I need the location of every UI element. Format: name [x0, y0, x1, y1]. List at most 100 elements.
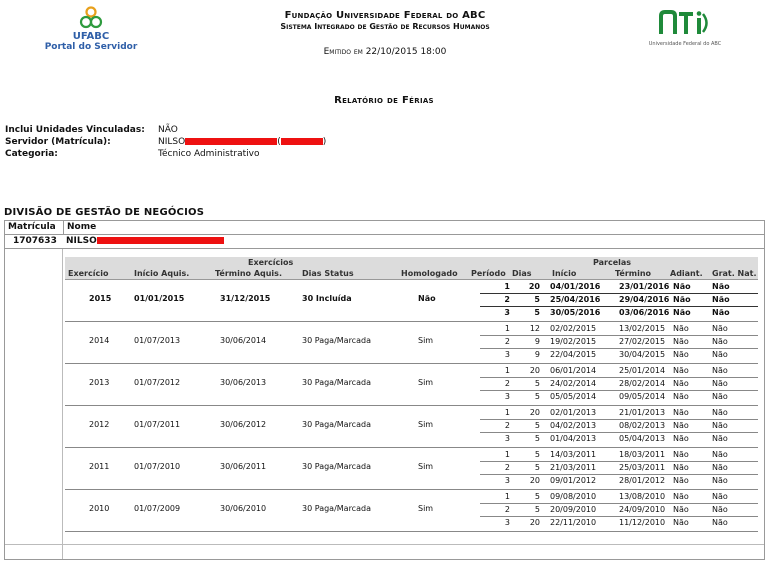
parcela-periodo: 1	[504, 450, 510, 459]
parcela-termino: 09/05/2014	[619, 392, 666, 401]
parcela-inicio: 04/02/2013	[550, 421, 597, 430]
parcela-periodo: 1	[504, 408, 510, 417]
parcela-termino: 28/01/2012	[619, 476, 666, 485]
row-homologado: Sim	[418, 504, 434, 513]
parcela-dias: 12	[529, 324, 540, 333]
parcela-grat-nat: Não	[712, 379, 728, 388]
parcela-periodo: 1	[504, 366, 510, 375]
parcela-termino: 25/03/2011	[619, 463, 666, 472]
parcela-adiant: Não	[673, 324, 689, 333]
parcela-row: 1 5 09/08/2010 13/08/2010 Não Não	[480, 491, 758, 504]
servidor-nome-text: NILSO	[66, 236, 97, 246]
parcela-termino: 13/08/2010	[619, 492, 666, 501]
row-dias-status: 30 Paga/Marcada	[302, 378, 371, 387]
parcela-grat-nat: Não	[712, 476, 728, 485]
header-titles: Fundação Universidade Federal do ABC Sis…	[200, 10, 570, 57]
col-grat-nat: Grat. Nat.	[712, 269, 757, 278]
row-homologado: Sim	[418, 462, 434, 471]
parcela-grat-nat: Não	[712, 282, 730, 291]
col-adiant: Adiant.	[670, 269, 703, 278]
parcela-grat-nat: Não	[712, 392, 728, 401]
parcela-dias: 9	[534, 350, 540, 359]
parcela-periodo: 1	[504, 492, 510, 501]
row-termino-aquis: 30/06/2011	[220, 462, 267, 471]
row-exercicio: 2015	[89, 294, 112, 303]
parcela-termino: 21/01/2013	[619, 408, 666, 417]
parcela-periodo: 3	[504, 392, 510, 401]
redaction-bar	[280, 138, 323, 145]
ferias-table: Exercícios Parcelas Exercício Início Aqu…	[65, 257, 758, 532]
row-exercicio: 2010	[89, 504, 110, 513]
parcela-termino: 05/04/2013	[619, 434, 666, 443]
parcela-grat-nat: Não	[712, 421, 728, 430]
parcela-dias: 20	[529, 408, 540, 417]
parcela-dias: 5	[534, 308, 540, 317]
parcela-row: 2 9 19/02/2015 27/02/2015 Não Não	[480, 336, 758, 349]
parcela-inicio: 04/01/2016	[550, 282, 601, 291]
nti-emblem-icon	[659, 10, 708, 34]
parcela-termino: 30/04/2015	[619, 350, 666, 359]
parcela-dias: 5	[534, 463, 540, 472]
parcela-adiant: Não	[673, 337, 689, 346]
parcela-dias: 9	[534, 337, 540, 346]
parcela-adiant: Não	[673, 282, 691, 291]
parcela-dias: 5	[534, 392, 540, 401]
parcela-inicio: 01/04/2013	[550, 434, 597, 443]
column-divider	[62, 249, 63, 559]
parcela-termino: 23/01/2016	[619, 282, 670, 291]
report-title: Relatório de Férias	[334, 95, 434, 106]
row-dias-status: 30 Paga/Marcada	[302, 336, 371, 345]
parcela-dias: 20	[529, 518, 540, 527]
parcela-inicio: 14/03/2011	[550, 450, 597, 459]
row-dias-status: 30 Paga/Marcada	[302, 504, 371, 513]
section-title: DIVISÃO DE GESTÃO DE NEGÓCIOS	[4, 207, 205, 218]
row-exercicio: 2012	[89, 420, 110, 429]
report-header: UFABC Portal do Servidor Fundação Univer…	[0, 0, 768, 70]
parcela-inicio: 06/01/2014	[550, 366, 597, 375]
parcela-dias: 20	[529, 476, 540, 485]
parcela-row: 2 5 25/04/2016 29/04/2016 Não Não	[480, 294, 758, 307]
paren-close: )	[322, 137, 327, 147]
parcela-periodo: 3	[504, 434, 510, 443]
row-inicio-aquis: 01/07/2010	[134, 462, 181, 471]
parcela-row: 1 20 04/01/2016 23/01/2016 Não Não	[480, 281, 758, 294]
parcela-dias: 20	[528, 282, 540, 291]
parcela-inicio: 25/04/2016	[550, 295, 601, 304]
parcela-inicio: 22/04/2015	[550, 350, 597, 359]
parcela-grat-nat: Não	[712, 350, 728, 359]
row-homologado: Sim	[418, 378, 434, 387]
parcela-row: 2 5 04/02/2013 08/02/2013 Não Não	[480, 420, 758, 433]
row-dias-status: 30 Incluída	[302, 294, 352, 303]
parcela-dias: 5	[534, 505, 540, 514]
parcela-dias: 5	[534, 434, 540, 443]
parcela-dias: 5	[534, 295, 540, 304]
table-row: 2011 01/07/2010 30/06/2011 30 Paga/Marcada S…	[65, 448, 758, 490]
portal-name: Portal do Servidor	[44, 42, 138, 52]
parcela-grat-nat: Não	[712, 505, 728, 514]
parcela-inicio: 02/01/2013	[550, 408, 597, 417]
parcela-adiant: Não	[673, 408, 689, 417]
col-termino-aquis: Término Aquis.	[215, 269, 282, 278]
parcela-adiant: Não	[673, 518, 689, 527]
parcela-row: 2 5 21/03/2011 25/03/2011 Não Não	[480, 462, 758, 475]
parcela-row: 1 20 06/01/2014 25/01/2014 Não Não	[480, 365, 758, 378]
parcela-row: 2 5 20/09/2010 24/09/2010 Não Não	[480, 504, 758, 517]
parcelas-group-header: Parcelas	[593, 258, 632, 267]
row-termino-aquis: 30/06/2014	[220, 336, 267, 345]
parcela-adiant: Não	[673, 379, 689, 388]
row-homologado: Não	[418, 294, 436, 303]
parcela-termino: 03/06/2016	[619, 308, 670, 317]
row-exercicio: 2013	[89, 378, 110, 387]
row-inicio-aquis: 01/01/2015	[134, 294, 185, 303]
ufabc-emblem-icon	[79, 6, 103, 29]
parcela-dias: 5	[534, 421, 540, 430]
parcela-adiant: Não	[673, 476, 689, 485]
row-homologado: Sim	[418, 336, 434, 345]
parcela-inicio: 02/02/2015	[550, 324, 597, 333]
parcela-inicio: 21/03/2011	[550, 463, 597, 472]
servidor-name: NILSO	[158, 137, 186, 147]
parcela-grat-nat: Não	[712, 434, 728, 443]
col-periodo: Período	[471, 269, 506, 278]
table-row: 2013 01/07/2012 30/06/2013 30 Paga/Marcada S…	[65, 364, 758, 406]
servidor-nome: NILSO	[66, 235, 224, 248]
